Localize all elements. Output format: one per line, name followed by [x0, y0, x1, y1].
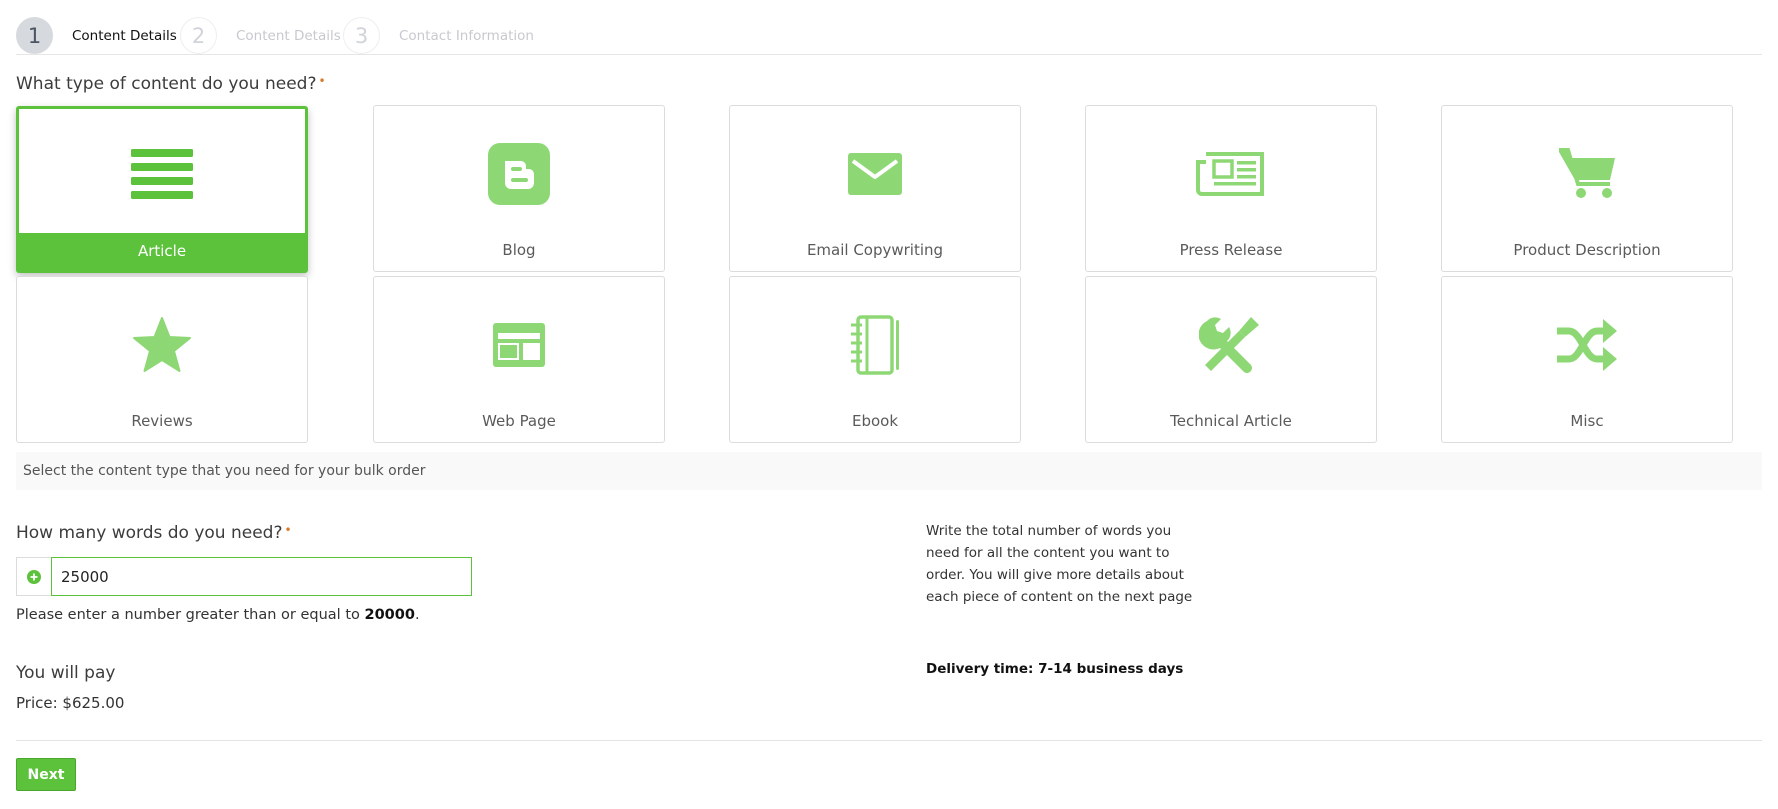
step-1: 1 Content Details	[16, 17, 177, 54]
content-type-article[interactable]: Article	[16, 106, 308, 273]
required-mark: •	[318, 74, 326, 88]
tile-label: Web Page	[482, 412, 556, 430]
tile-label: Email Copywriting	[806, 241, 944, 259]
content-type-question-label: What type of content do you need?	[16, 74, 317, 94]
shopping-cart-icon	[1551, 142, 1623, 206]
content-type-technical-article[interactable]: Technical Article	[1085, 276, 1377, 443]
content-type-blog[interactable]: Blog	[373, 105, 665, 272]
words-hint-min: 20000	[364, 607, 415, 623]
step-3-number: 3	[343, 17, 380, 54]
notebook-icon	[839, 313, 911, 377]
words-hint-suffix: .	[414, 607, 420, 623]
blogger-icon	[483, 142, 555, 206]
step-2-label: Content Details	[236, 27, 341, 44]
step-3-label: Contact Information	[399, 27, 534, 44]
newspaper-icon	[1195, 142, 1267, 206]
content-type-reviews[interactable]: Reviews	[16, 276, 308, 443]
words-hint: Please enter a number greater than or eq…	[16, 607, 420, 623]
step-1-number: 1	[16, 17, 53, 54]
star-icon	[126, 313, 198, 377]
step-2: 2 Content Details	[180, 17, 341, 54]
words-question: How many words do you need? •	[16, 523, 292, 543]
words-question-label: How many words do you need?	[16, 523, 283, 543]
article-icon	[126, 142, 198, 206]
delivery-time: Delivery time: 7-14 business days	[926, 661, 1184, 677]
tile-label: Press Release	[1179, 241, 1283, 259]
words-input[interactable]	[51, 557, 472, 596]
content-type-help: Select the content type that you need fo…	[16, 452, 1762, 490]
tile-label: Product Description	[1513, 241, 1661, 259]
plus-circle-icon	[16, 557, 51, 596]
content-type-web-page[interactable]: Web Page	[373, 276, 665, 443]
pay-title: You will pay	[16, 663, 116, 683]
tile-label: Article	[137, 242, 187, 260]
divider	[16, 740, 1762, 741]
words-input-group	[16, 557, 472, 596]
content-type-press-release[interactable]: Press Release	[1085, 105, 1377, 272]
required-mark: •	[284, 523, 292, 537]
tile-label: Misc	[1570, 412, 1604, 430]
tile-label: Reviews	[131, 412, 193, 430]
words-hint-prefix: Please enter a number greater than or eq…	[16, 607, 365, 623]
content-type-misc[interactable]: Misc	[1441, 276, 1733, 443]
tile-label: Blog	[502, 241, 536, 259]
tile-label: Technical Article	[1170, 412, 1292, 430]
step-2-number: 2	[180, 17, 217, 54]
tile-label: Ebook	[851, 412, 899, 430]
content-type-ebook[interactable]: Ebook	[729, 276, 1021, 443]
price-text: Price: $625.00	[16, 694, 125, 712]
step-3: 3 Contact Information	[343, 17, 534, 54]
next-button[interactable]: Next	[16, 758, 76, 791]
shuffle-icon	[1551, 313, 1623, 377]
progress-steps: 1 Content Details 2 Content Details 3 Co…	[16, 17, 1762, 55]
content-type-question: What type of content do you need? •	[16, 74, 326, 94]
content-type-email-copywriting[interactable]: Email Copywriting	[729, 105, 1021, 272]
words-note: Write the total number of words you need…	[926, 523, 1193, 605]
step-1-label: Content Details	[72, 27, 177, 44]
content-type-product-description[interactable]: Product Description	[1441, 105, 1733, 272]
web-page-icon	[483, 313, 555, 377]
tools-icon	[1195, 313, 1267, 377]
envelope-icon	[839, 142, 911, 206]
